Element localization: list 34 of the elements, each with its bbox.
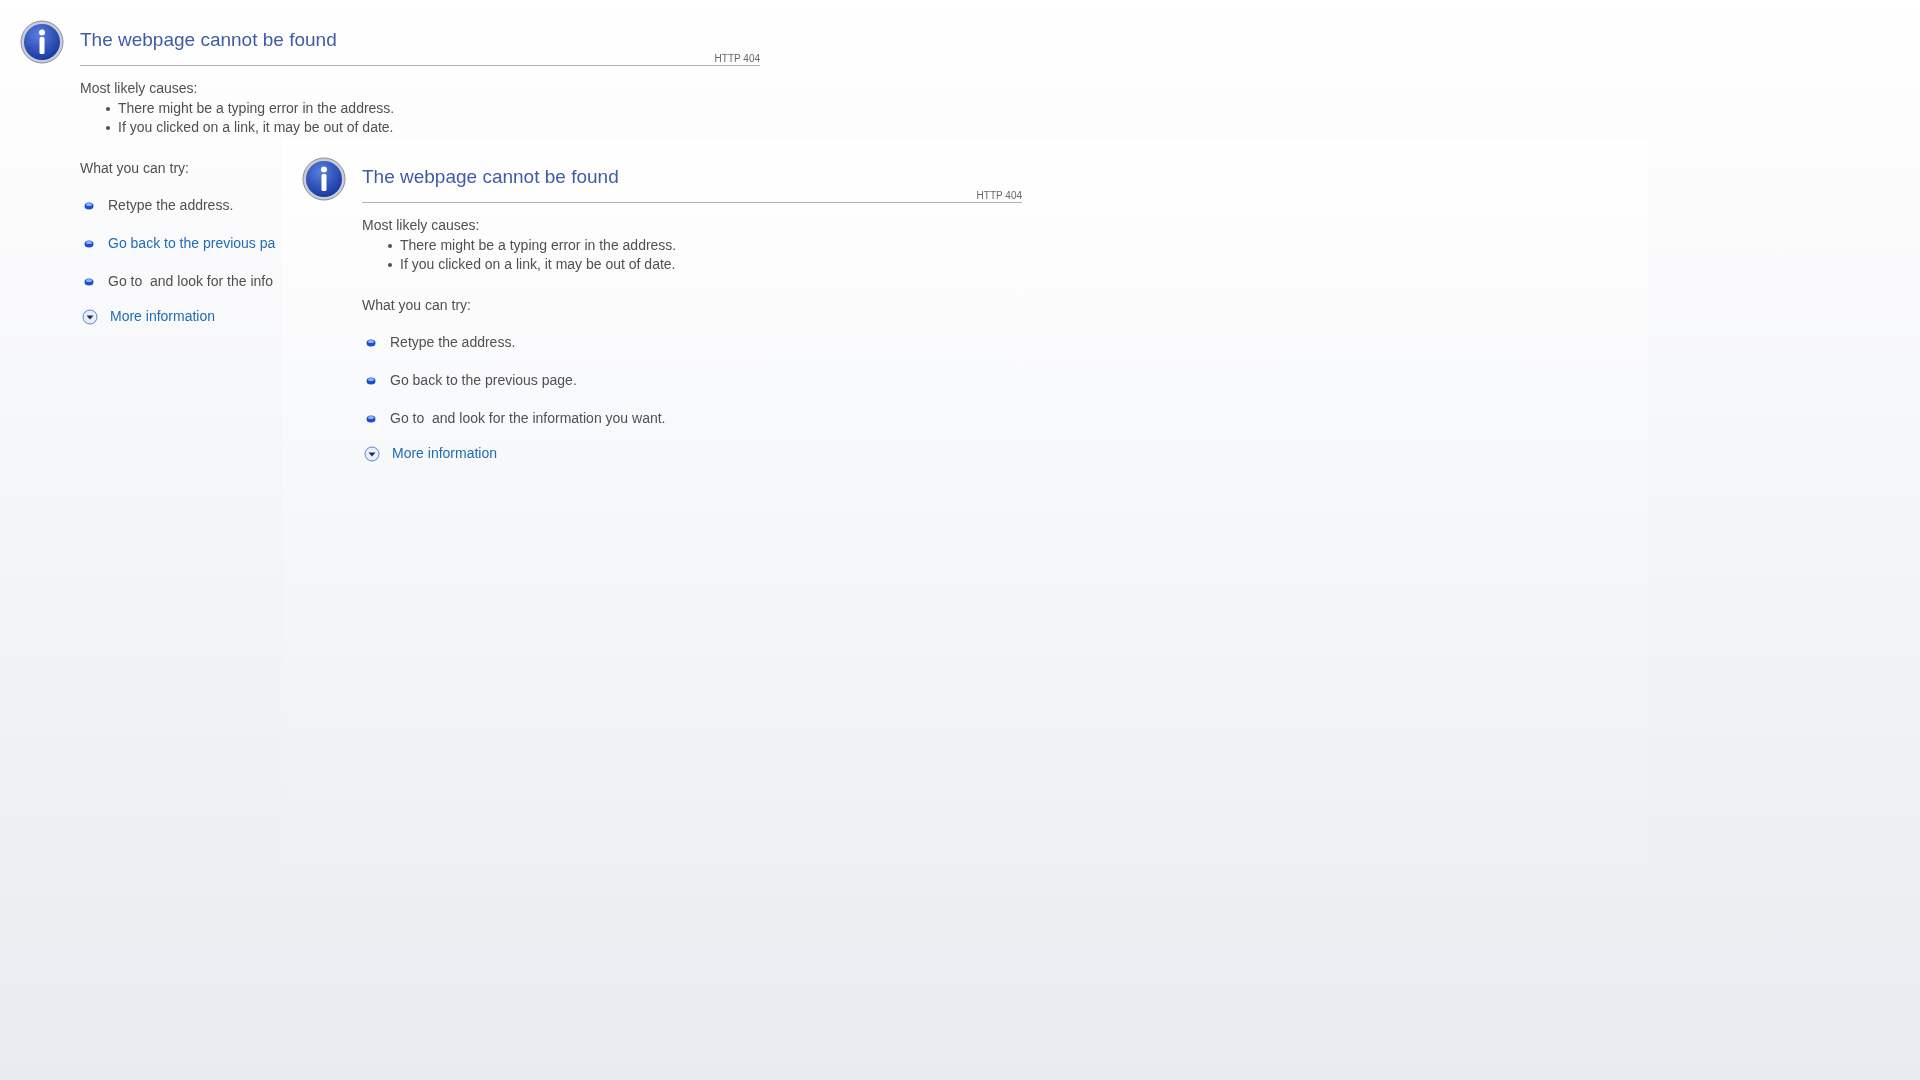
error-code: HTTP 404 [976, 190, 1022, 202]
more-information-link[interactable]: More information [392, 444, 498, 463]
bullet-icon [388, 243, 392, 248]
previous-page-link[interactable]: Go back to the previous pa [108, 234, 276, 253]
cause-text: If you clicked on a link, it may be out of date. [400, 255, 676, 274]
bullet-icon [366, 414, 376, 423]
suggestion-text: Retype the address. [390, 333, 516, 352]
section-heading: Most likely causes: [362, 216, 480, 234]
bullet-icon [366, 376, 376, 385]
more-information-link[interactable]: More information [110, 307, 216, 326]
page-title: The webpage cannot be found [362, 165, 619, 189]
info-icon [302, 157, 346, 201]
cause-text: There might be a typing error in the address. [118, 99, 395, 118]
bullet-icon [106, 106, 110, 111]
section-heading: What you can try: [80, 159, 189, 177]
section-heading: Most likely causes: [80, 79, 198, 97]
bullet-icon [106, 125, 110, 130]
cause-text: If you clicked on a link, it may be out of date. [118, 118, 394, 137]
bullet-icon [84, 277, 94, 286]
page-title: The webpage cannot be found [80, 28, 337, 52]
suggestion-text: Go to and look for the information you want. [390, 409, 666, 428]
bullet-icon [366, 338, 376, 347]
bullet-icon [84, 201, 94, 210]
suggestion-text: Retype the address. [108, 196, 234, 215]
cause-text: There might be a typing error in the address. [400, 236, 677, 255]
error-code: HTTP 404 [714, 53, 760, 65]
bullet-icon [388, 262, 392, 267]
suggestion-text: Go back to the previous page. [390, 371, 577, 390]
section-heading: What you can try: [362, 296, 471, 314]
expand-icon[interactable] [82, 308, 98, 325]
suggestion-text: Go to and look for the info [108, 272, 273, 291]
expand-icon[interactable] [364, 445, 380, 462]
info-icon [20, 20, 64, 64]
bullet-icon [84, 239, 94, 248]
